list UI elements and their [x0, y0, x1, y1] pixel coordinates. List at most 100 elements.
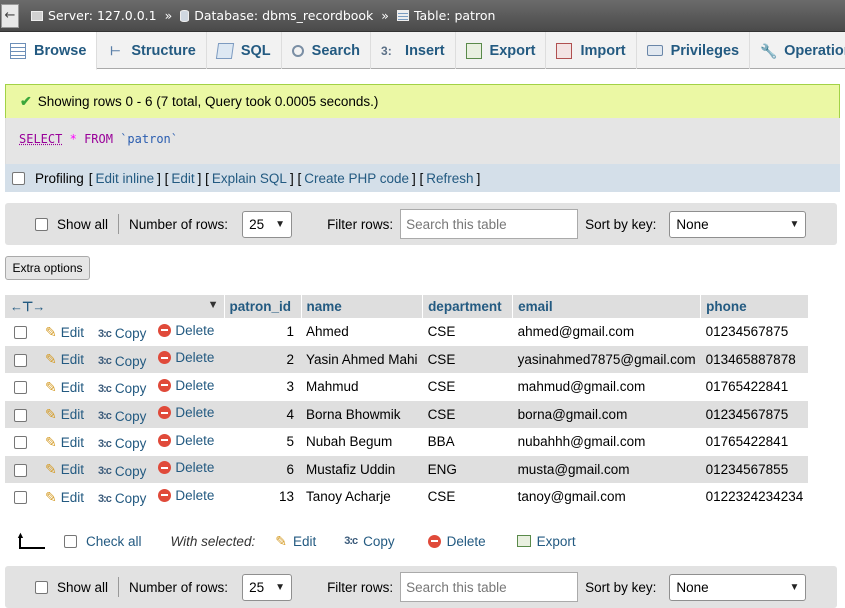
cell-email: borna@gmail.com [512, 400, 701, 428]
column-resize-arrows-icon[interactable]: ←⊤→ [10, 299, 45, 314]
tab-operations-label: Operations [784, 42, 845, 59]
row-delete-button[interactable]: Delete [158, 433, 214, 448]
header-patron-id[interactable]: patron_id [224, 295, 302, 318]
cell-patron-id: 4 [224, 400, 301, 428]
row-delete-button[interactable]: Delete [158, 460, 214, 475]
filter-rows-input[interactable]: Search this table [400, 209, 579, 239]
bulk-edit-button[interactable]: ✎ Edit [275, 533, 316, 550]
row-checkbox[interactable] [14, 436, 27, 450]
extra-options-button[interactable]: Extra options [5, 256, 90, 280]
row-copy-button[interactable]: 3:c Copy [98, 464, 146, 479]
row-checkbox[interactable] [14, 381, 27, 395]
create-php-code-link[interactable]: Create PHP code [304, 171, 409, 186]
breadcrumb-server[interactable]: Server: 127.0.0.1 [31, 8, 157, 23]
row-edit-button[interactable]: ✎ Edit [45, 324, 84, 341]
sort-by-key-select[interactable]: None ▼ [669, 573, 807, 601]
row-edit-button[interactable]: ✎ Edit [45, 351, 84, 368]
cell-name: Ahmed [306, 324, 349, 340]
navigation-bar-bottom: Show all Number of rows: 25 ▼ Filter row… [5, 566, 837, 608]
tab-export[interactable]: Export [456, 32, 547, 69]
row-edit-button[interactable]: ✎ Edit [45, 489, 84, 506]
row-delete-label: Delete [175, 487, 215, 503]
with-selected-bar: ▲ Check all With selected: ✎ Edit 3:c Co… [0, 528, 845, 554]
cell-patron-id: 1 [286, 324, 294, 340]
row-edit-label: Edit [60, 379, 84, 395]
filter-label: Filter rows: [327, 216, 394, 232]
row-delete-button[interactable]: Delete [158, 323, 214, 338]
cell-department: CSE [422, 345, 513, 373]
row-checkbox[interactable] [14, 326, 27, 340]
row-copy-button[interactable]: 3:c Copy [98, 436, 146, 451]
pencil-icon: ✎ [45, 351, 57, 367]
rows-select[interactable]: 25 ▼ [242, 210, 293, 238]
tab-browse[interactable]: Browse [0, 32, 98, 70]
row-copy-button[interactable]: 3:c Copy [98, 354, 146, 369]
tab-sql[interactable]: SQL [207, 32, 282, 69]
row-copy-label: Copy [114, 381, 147, 396]
import-icon [556, 42, 573, 59]
row-checkbox[interactable] [14, 353, 27, 367]
tab-privileges[interactable]: Privileges [637, 32, 751, 69]
insert-icon: 3: [381, 43, 392, 58]
row-delete-button[interactable]: Delete [158, 488, 214, 503]
row-copy-button[interactable]: 3:c Copy [98, 491, 146, 506]
filter-label: Filter rows: [327, 579, 394, 595]
row-checkbox[interactable] [14, 408, 27, 422]
table-row: ✎ Edit 3:c Copy Delete 4 Borna Bhowmik CSE borna… [5, 400, 809, 428]
back-arrow-icon[interactable]: ← [1, 3, 19, 28]
tab-structure[interactable]: ⊢ Structure [97, 32, 207, 69]
profiling-checkbox[interactable] [12, 171, 25, 185]
row-copy-button[interactable]: 3:c Copy [98, 326, 146, 341]
header-phone[interactable]: phone [700, 295, 809, 318]
row-checkbox[interactable] [14, 491, 27, 505]
bulk-copy-label: Copy [363, 533, 395, 549]
bulk-copy-button[interactable]: 3:c Copy [344, 534, 394, 549]
delete-icon [158, 488, 172, 502]
profiling-bar: Profiling [ Edit inline ] [ Edit ] [ Exp… [5, 164, 840, 192]
bulk-export-button[interactable]: Export [516, 534, 576, 549]
show-all-checkbox[interactable] [35, 580, 48, 594]
cell-patron-id: 13 [278, 489, 294, 505]
header-email[interactable]: email [512, 295, 702, 318]
row-copy-label: Copy [114, 326, 147, 341]
explain-sql-link[interactable]: Explain SQL [212, 171, 287, 186]
row-copy-button[interactable]: 3:c Copy [98, 409, 146, 424]
tab-insert[interactable]: 3: Insert [371, 32, 456, 69]
check-all-checkbox[interactable] [64, 534, 77, 548]
breadcrumb-table[interactable]: Table: patron [396, 8, 496, 23]
row-checkbox[interactable] [14, 463, 27, 477]
tab-operations[interactable]: 🔧 Operations [750, 32, 845, 69]
edit-inline-link[interactable]: Edit inline [96, 171, 155, 186]
check-all-link[interactable]: Check all [86, 534, 142, 549]
breadcrumb-table-label: Table: patron [413, 8, 496, 23]
edit-link[interactable]: Edit [171, 171, 194, 186]
tab-search[interactable]: Search [282, 32, 372, 69]
row-delete-button[interactable]: Delete [158, 378, 214, 393]
sort-down-icon[interactable]: ▼ [208, 299, 219, 311]
rows-select[interactable]: 25 ▼ [242, 573, 293, 601]
tab-import[interactable]: Import [546, 32, 637, 69]
row-edit-button[interactable]: ✎ Edit [45, 434, 84, 451]
header-name[interactable]: name [301, 295, 424, 318]
table-row: ✎ Edit 3:c Copy Delete 6 Mustafiz Uddin ENG must… [5, 455, 809, 483]
sort-by-key-select[interactable]: None ▼ [669, 210, 807, 238]
row-edit-button[interactable]: ✎ Edit [45, 406, 84, 423]
row-copy-button[interactable]: 3:c Copy [98, 381, 146, 396]
filter-rows-placeholder: Search this table [406, 216, 507, 232]
filter-rows-input[interactable]: Search this table [400, 572, 579, 602]
row-delete-button[interactable]: Delete [158, 405, 214, 420]
show-all-checkbox[interactable] [35, 217, 48, 231]
row-delete-button[interactable]: Delete [158, 350, 214, 365]
row-edit-button[interactable]: ✎ Edit [45, 461, 84, 478]
header-department[interactable]: department [422, 295, 514, 318]
sql-select-keyword[interactable]: SELECT [19, 132, 62, 146]
breadcrumb-database[interactable]: Database: dbms_recordbook [180, 8, 373, 23]
row-edit-label: Edit [60, 407, 84, 422]
bulk-delete-label: Delete [446, 533, 486, 549]
chevron-down-icon: ▼ [789, 581, 800, 593]
sort-label: Sort by key: [585, 216, 657, 232]
refresh-link[interactable]: Refresh [426, 171, 473, 186]
row-edit-label: Edit [60, 489, 84, 505]
bulk-delete-button[interactable]: Delete [427, 533, 486, 549]
row-edit-button[interactable]: ✎ Edit [45, 379, 84, 396]
